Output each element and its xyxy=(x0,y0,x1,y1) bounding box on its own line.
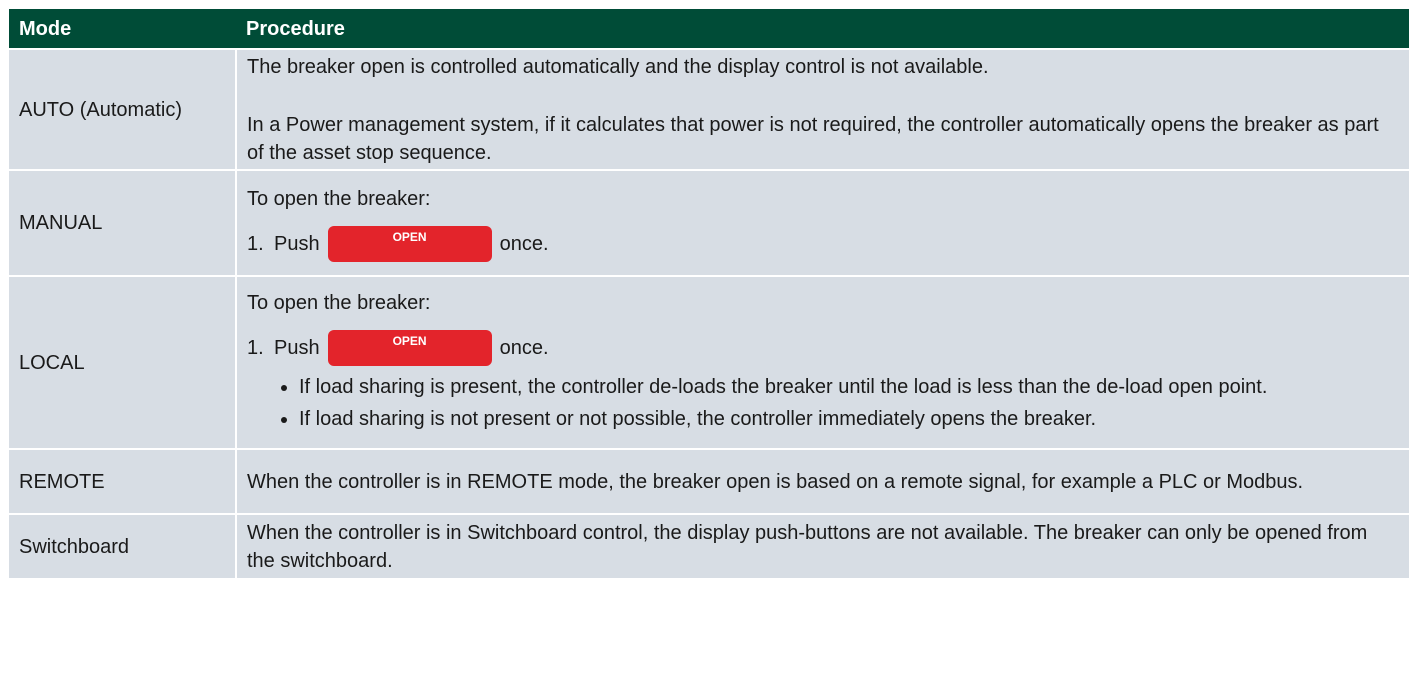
step-push-text: Push xyxy=(274,233,320,255)
procedure-bullets: If load sharing is present, the controll… xyxy=(247,373,1399,433)
procedure-cell: The breaker open is controlled automatic… xyxy=(236,48,1409,170)
table-row-local: LOCAL To open the breaker: 1. Push OPEN … xyxy=(9,275,1409,449)
header-row: Mode Procedure xyxy=(9,9,1409,49)
header-procedure: Procedure xyxy=(236,9,1409,49)
procedure-intro: To open the breaker: xyxy=(247,291,431,314)
open-button[interactable]: OPEN xyxy=(327,226,492,262)
procedure-cell: When the controller is in Switchboard co… xyxy=(236,513,1409,578)
table-row-remote: REMOTE When the controller is in REMOTE … xyxy=(9,448,1409,514)
open-button[interactable]: OPEN xyxy=(327,329,492,366)
procedure-text: In a Power management system, if it calc… xyxy=(247,113,1379,164)
procedure-step: 1. Push OPEN once. xyxy=(247,226,1399,262)
procedure-cell: To open the breaker: 1. Push OPEN once. … xyxy=(236,275,1409,449)
procedure-text: The breaker open is controlled automatic… xyxy=(247,55,989,78)
mode-cell: AUTO (Automatic) xyxy=(9,48,237,170)
step-after-text: once. xyxy=(499,233,549,255)
table-row-auto: AUTO (Automatic) The breaker open is con… xyxy=(9,48,1409,170)
step-number: 1. xyxy=(247,336,264,359)
procedure-intro: To open the breaker: xyxy=(247,188,431,210)
procedure-cell: When the controller is in REMOTE mode, t… xyxy=(236,448,1409,514)
procedure-step: 1. Push OPEN once. xyxy=(247,329,1399,366)
header-mode: Mode xyxy=(9,9,236,49)
bullet-item: If load sharing is present, the controll… xyxy=(299,373,1399,401)
step-after-text: once. xyxy=(499,336,549,359)
mode-cell: LOCAL xyxy=(9,275,237,449)
mode-cell: Switchboard xyxy=(9,513,237,578)
breaker-open-procedure-table: Mode Procedure AUTO (Automatic) The brea… xyxy=(9,9,1409,578)
mode-cell: MANUAL xyxy=(9,169,237,276)
table-row-switchboard: Switchboard When the controller is in Sw… xyxy=(9,513,1409,578)
procedure-cell: To open the breaker: 1. Push OPEN once. xyxy=(236,169,1409,276)
mode-cell: REMOTE xyxy=(9,448,237,514)
step-push-text: Push xyxy=(274,336,320,359)
bullet-item: If load sharing is not present or not po… xyxy=(299,405,1399,433)
step-number: 1. xyxy=(247,233,264,255)
table-row-manual: MANUAL To open the breaker: 1. Push OPEN… xyxy=(9,169,1409,276)
